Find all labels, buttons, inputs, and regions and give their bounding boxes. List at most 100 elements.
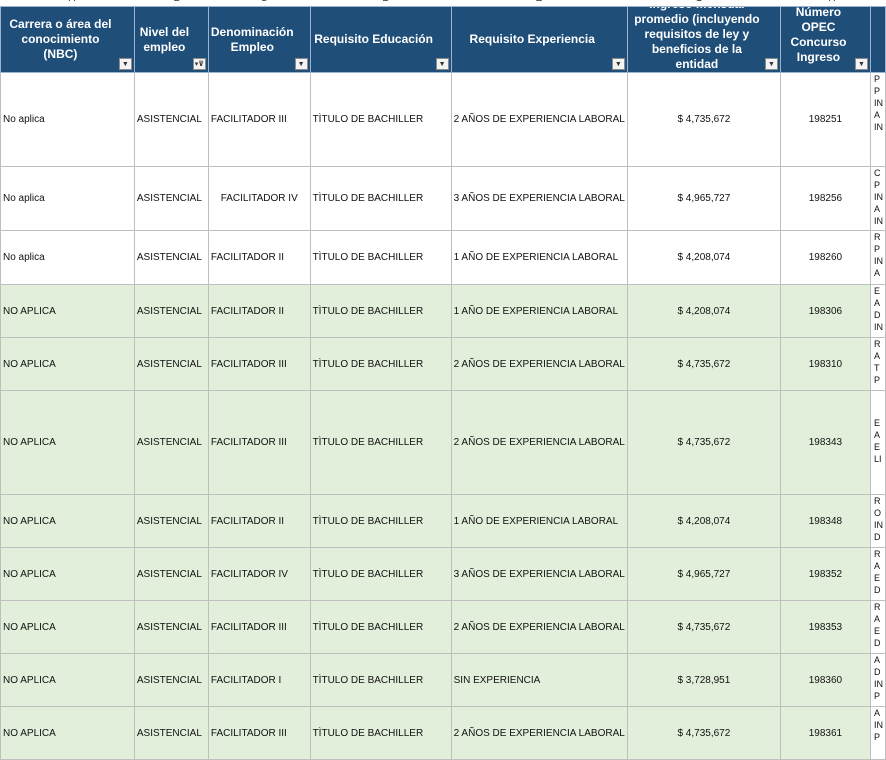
cell-experiencia[interactable]: 2 AÑOS DE EXPERIENCIA LABORAL	[450, 600, 628, 654]
cell-ingreso[interactable]: $ 4,965,727	[626, 547, 781, 601]
cell-educacion[interactable]: TÌTULO DE BACHILLER	[309, 600, 452, 654]
cell-ingreso[interactable]: $ 4,208,074	[626, 284, 781, 338]
cell-description-truncated[interactable]: C P IN A IN	[869, 166, 886, 231]
cell-nivel[interactable]: ASISTENCIAL	[133, 230, 209, 285]
header-opec[interactable]: Número OPEC Concurso Ingreso ▼	[779, 6, 871, 73]
cell-ingreso[interactable]: $ 3,728,951	[626, 653, 781, 707]
cell-denominacion[interactable]: FACILITADOR III	[207, 337, 311, 391]
cell-nbc[interactable]: NO APLICA	[0, 600, 135, 654]
column-letter[interactable]: G	[693, 0, 705, 4]
cell-denominacion[interactable]: FACILITADOR II	[207, 494, 311, 548]
cell-experiencia[interactable]: 1 AÑO DE EXPERIENCIA LABORAL	[450, 494, 628, 548]
cell-denominacion[interactable]: FACILITADOR III	[207, 390, 311, 495]
cell-nbc[interactable]: NO APLICA	[0, 494, 135, 548]
table-row[interactable]: No aplica ASISTENCIAL FACILITADOR IV TÌTULO…	[0, 166, 886, 231]
cell-opec[interactable]: 198352	[779, 547, 871, 601]
table-row[interactable]: NO APLICA ASISTENCIAL FACILITADOR III TÌTUL…	[0, 600, 886, 654]
cell-denominacion[interactable]: FACILITADOR II	[207, 230, 311, 285]
header-denominacion[interactable]: Denominación Empleo ▼	[207, 6, 311, 73]
cell-denominacion[interactable]: FACILITADOR IV	[207, 166, 311, 231]
table-row[interactable]: No aplica ASISTENCIAL FACILITADOR II TÌTULO…	[0, 230, 886, 285]
cell-nivel[interactable]: ASISTENCIAL	[133, 653, 209, 707]
filter-dropdown-icon[interactable]: ▼	[435, 58, 449, 70]
cell-educacion[interactable]: TÌTULO DE BACHILLER	[309, 706, 452, 760]
cell-ingreso[interactable]: $ 4,735,672	[626, 337, 781, 391]
cell-ingreso[interactable]: $ 4,208,074	[626, 230, 781, 285]
cell-nbc[interactable]: NO APLICA	[0, 390, 135, 495]
cell-nbc[interactable]: No aplica	[0, 166, 135, 231]
cell-experiencia[interactable]: 1 AÑO DE EXPERIENCIA LABORAL	[450, 230, 628, 285]
cell-nbc[interactable]: NO APLICA	[0, 284, 135, 338]
cell-experiencia[interactable]: 3 AÑOS DE EXPERIENCIA LABORAL	[450, 166, 628, 231]
column-letter[interactable]: C	[258, 0, 270, 4]
header-nbc[interactable]: Carrera o área del conocimiento (NBC) ▼	[0, 6, 135, 73]
cell-opec[interactable]: 198251	[779, 72, 871, 167]
cell-opec[interactable]: 198360	[779, 653, 871, 707]
cell-opec[interactable]: 198260	[779, 230, 871, 285]
header-educacion[interactable]: Requisito Educación ▼	[309, 6, 452, 73]
filter-dropdown-icon[interactable]: ▼	[611, 58, 625, 70]
cell-opec[interactable]: 198306	[779, 284, 871, 338]
cell-ingreso[interactable]: $ 4,208,074	[626, 494, 781, 548]
table-row[interactable]: NO APLICA ASISTENCIAL FACILITADOR IV TÌTULO…	[0, 547, 886, 601]
cell-description-truncated[interactable]: E A D IN	[869, 284, 886, 338]
cell-ingreso[interactable]: $ 4,735,672	[626, 600, 781, 654]
cell-denominacion[interactable]: FACILITADOR I	[207, 653, 311, 707]
cell-educacion[interactable]: TÌTULO DE BACHILLER	[309, 494, 452, 548]
cell-nivel[interactable]: ASISTENCIAL	[133, 72, 209, 167]
cell-nivel[interactable]: ASISTENCIAL	[133, 337, 209, 391]
cell-experiencia[interactable]: 1 AÑO DE EXPERIENCIA LABORAL	[450, 284, 628, 338]
filter-active-icon[interactable]: ▾⊽	[192, 58, 206, 70]
cell-opec[interactable]: 198343	[779, 390, 871, 495]
cell-nivel[interactable]: ASISTENCIAL	[133, 494, 209, 548]
cell-nbc[interactable]: NO APLICA	[0, 706, 135, 760]
cell-ingreso[interactable]: $ 4,735,672	[626, 390, 781, 495]
header-nivel[interactable]: Nivel del empleo ▾⊽	[133, 6, 209, 73]
cell-description-truncated[interactable]: A D IN P	[869, 653, 886, 707]
filter-dropdown-icon[interactable]: ▼	[294, 58, 308, 70]
header-ingreso[interactable]: Ingreso mensual promedio (incluyendo req…	[626, 6, 781, 73]
cell-nivel[interactable]: ASISTENCIAL	[133, 706, 209, 760]
table-row[interactable]: NO APLICA ASISTENCIAL FACILITADOR III TÌTUL…	[0, 390, 886, 495]
table-row[interactable]: NO APLICA ASISTENCIAL FACILITADOR I TÌTULO …	[0, 653, 886, 707]
cell-nivel[interactable]: ASISTENCIAL	[133, 284, 209, 338]
cell-denominacion[interactable]: FACILITADOR IV	[207, 547, 311, 601]
cell-educacion[interactable]: TÌTULO DE BACHILLER	[309, 72, 452, 167]
cell-educacion[interactable]: TÌTULO DE BACHILLER	[309, 230, 452, 285]
column-letter[interactable]: E	[533, 0, 545, 4]
header-experiencia[interactable]: Requisito Experiencia ▼	[450, 6, 628, 73]
column-letter[interactable]: D	[380, 0, 392, 4]
cell-nbc[interactable]: No aplica	[0, 230, 135, 285]
cell-opec[interactable]: 198310	[779, 337, 871, 391]
cell-denominacion[interactable]: FACILITADOR III	[207, 72, 311, 167]
table-row[interactable]: NO APLICA ASISTENCIAL FACILITADOR III TÌTUL…	[0, 706, 886, 760]
cell-description-truncated[interactable]: R O IN D	[869, 494, 886, 548]
cell-ingreso[interactable]: $ 4,735,672	[626, 72, 781, 167]
cell-opec[interactable]: 198256	[779, 166, 871, 231]
cell-ingreso[interactable]: $ 4,735,672	[626, 706, 781, 760]
cell-educacion[interactable]: TÌTULO DE BACHILLER	[309, 337, 452, 391]
cell-nivel[interactable]: ASISTENCIAL	[133, 390, 209, 495]
cell-nivel[interactable]: ASISTENCIAL	[133, 166, 209, 231]
column-letter[interactable]: A	[66, 0, 78, 4]
cell-nivel[interactable]: ASISTENCIAL	[133, 600, 209, 654]
cell-denominacion[interactable]: FACILITADOR II	[207, 284, 311, 338]
cell-experiencia[interactable]: 2 AÑOS DE EXPERIENCIA LABORAL	[450, 706, 628, 760]
filter-dropdown-icon[interactable]: ▼	[854, 58, 868, 70]
cell-description-truncated[interactable]: R P IN A	[869, 230, 886, 285]
cell-opec[interactable]: 198361	[779, 706, 871, 760]
table-row[interactable]: NO APLICA ASISTENCIAL FACILITADOR II TÌTULO…	[0, 494, 886, 548]
cell-description-truncated[interactable]: P P IN A IN	[869, 72, 886, 167]
cell-denominacion[interactable]: FACILITADOR III	[207, 600, 311, 654]
cell-educacion[interactable]: TÌTULO DE BACHILLER	[309, 547, 452, 601]
cell-nbc[interactable]: NO APLICA	[0, 547, 135, 601]
cell-educacion[interactable]: TÌTULO DE BACHILLER	[309, 390, 452, 495]
filter-dropdown-icon[interactable]: ▼	[764, 58, 778, 70]
cell-educacion[interactable]: TÌTULO DE BACHILLER	[309, 166, 452, 231]
cell-opec[interactable]: 198353	[779, 600, 871, 654]
cell-denominacion[interactable]: FACILITADOR III	[207, 706, 311, 760]
filter-dropdown-icon[interactable]: ▼	[118, 58, 132, 70]
cell-nbc[interactable]: NO APLICA	[0, 337, 135, 391]
cell-description-truncated[interactable]: A IN P	[869, 706, 886, 760]
cell-experiencia[interactable]: 2 AÑOS DE EXPERIENCIA LABORAL	[450, 390, 628, 495]
